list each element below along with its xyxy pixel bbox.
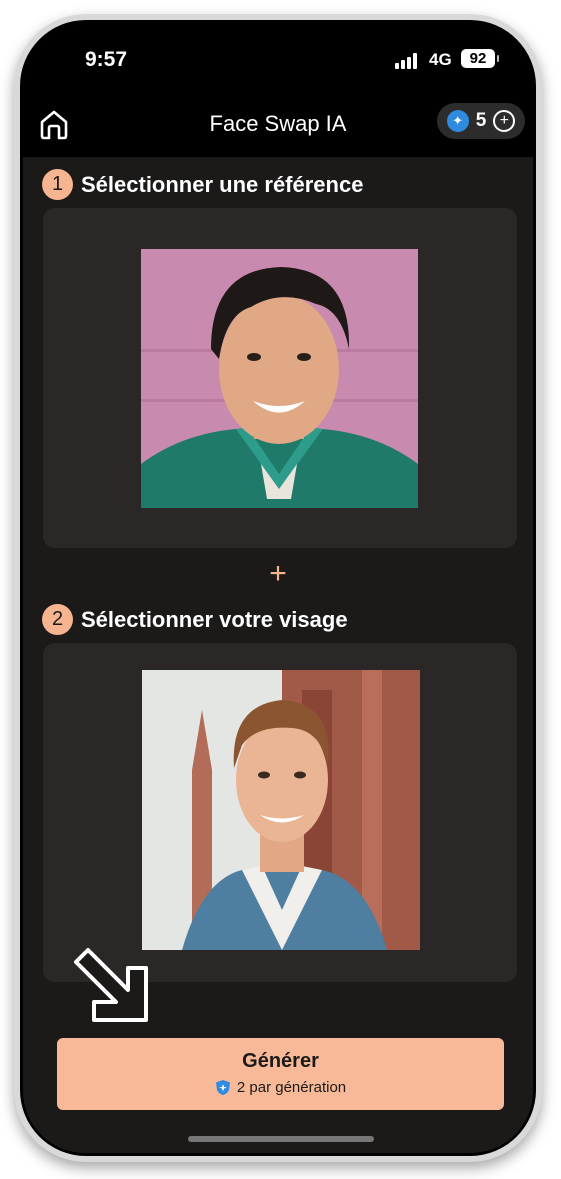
nav-bar: Face Swap IA ✦ 5 + — [23, 103, 533, 157]
status-bar: 9:57 4G 92 — [23, 23, 533, 103]
arrow-pointer-icon — [74, 948, 148, 1022]
step1-title: Sélectionner une référence — [81, 171, 364, 197]
generate-button[interactable]: Générer 2 par génération — [57, 1038, 504, 1110]
step2-title: Sélectionner votre visage — [81, 606, 348, 632]
reference-photo[interactable] — [141, 249, 418, 508]
step2-number: 2 — [42, 604, 73, 635]
step2-header: 2 Sélectionner votre visage — [42, 604, 348, 635]
face-card[interactable] — [43, 643, 517, 982]
step1-header: 1 Sélectionner une référence — [42, 169, 363, 200]
reference-card[interactable] — [43, 208, 517, 548]
plus-circle-icon: + — [493, 110, 516, 132]
gem-icon: ✦ — [446, 110, 469, 132]
generate-label: Générer — [242, 1050, 319, 1072]
step1-number: 1 — [42, 169, 73, 200]
home-indicator — [188, 1136, 374, 1142]
battery-icon: 92 — [461, 49, 499, 68]
status-time: 9:57 — [85, 48, 128, 71]
shield-icon — [215, 1080, 230, 1095]
signal-icon — [395, 53, 417, 69]
network-type: 4G — [429, 50, 452, 69]
generate-cost: 2 par génération — [57, 1079, 504, 1096]
generate-cost-text: 2 par génération — [236, 1079, 347, 1096]
credits-count: 5 — [475, 110, 487, 131]
credits-button[interactable]: ✦ 5 + — [437, 103, 525, 139]
plus-separator: + — [269, 557, 287, 590]
face-photo[interactable] — [142, 670, 420, 950]
